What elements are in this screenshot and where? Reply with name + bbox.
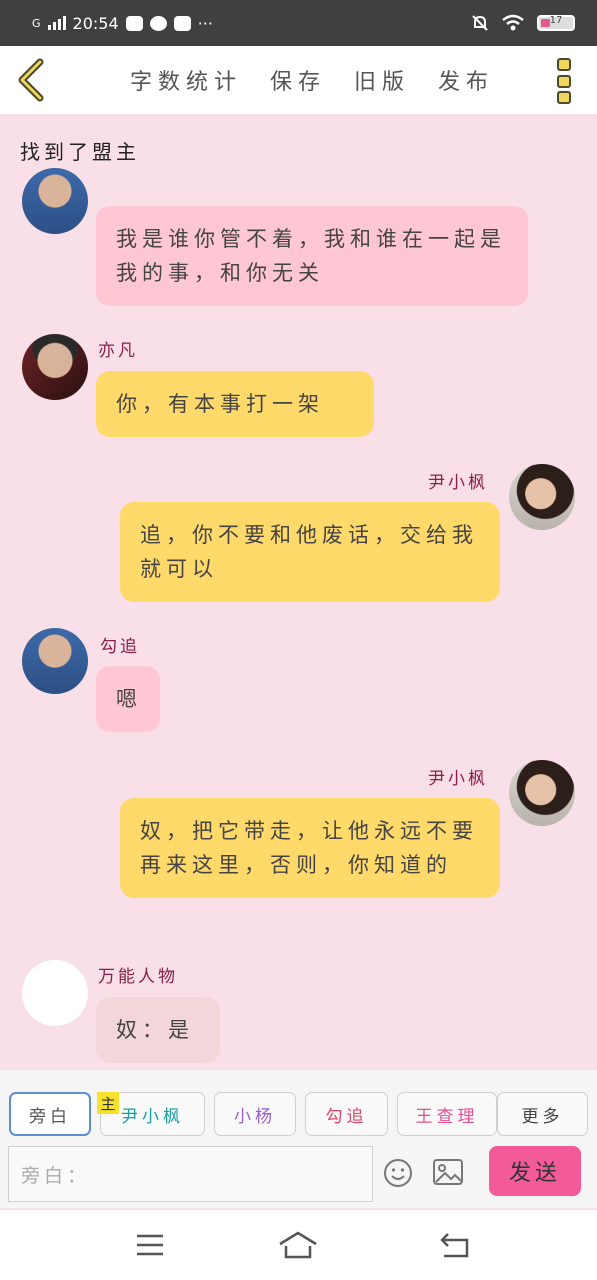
chapter-title: 找到了盟主 [20,140,140,164]
message-bubble[interactable]: 嗯 [96,666,160,732]
more-menu-icon[interactable] [557,58,571,104]
main-character-badge: 主 [97,1092,119,1114]
wifi-icon [502,14,524,31]
avatar[interactable] [22,960,88,1026]
sender-name: 亦凡 [98,341,138,361]
sender-name: 万能人物 [98,967,178,987]
clock: 20:54 [72,13,119,33]
sender-name: 尹小枫 [428,473,488,493]
role-selector: 旁白 尹小枫 小杨 勾追 王查理 更多 [0,1070,597,1146]
send-button[interactable]: 发送 [489,1146,581,1196]
avatar[interactable] [22,628,88,694]
message-bubble[interactable]: 你，有本事打一架 [96,371,374,437]
signal-icon [47,16,66,30]
image-icon[interactable] [432,1158,464,1186]
message-bubble[interactable]: 我是谁你管不着，我和谁在一起是我的事，和你无关 [96,206,528,306]
battery-level: 17 [549,15,563,26]
save-button[interactable]: 保存 [270,64,326,96]
input-bar: 旁白： 发送 [0,1146,597,1208]
home-icon[interactable] [278,1230,318,1260]
editor-toolbar: 字数统计 保存 旧版 发布 [0,46,597,114]
play-icon [173,15,191,31]
role-narrator[interactable]: 旁白 [9,1092,91,1136]
notification-icon [125,15,143,31]
message-bubble[interactable]: 追，你不要和他废话，交给我就可以 [120,502,500,602]
word-count-button[interactable]: 字数统计 [130,64,242,96]
message-icon [149,15,167,31]
back-arrow-icon[interactable] [12,56,52,104]
message-bubble[interactable]: 奴，把它带走，让他永远不要再来这里，否则，你知道的 [120,798,500,898]
message-input[interactable]: 旁白： [8,1146,373,1202]
network-type: G [32,16,41,30]
sender-name: 尹小枫 [428,769,488,789]
role-gouzhui[interactable]: 勾追 [305,1092,388,1136]
avatar[interactable] [22,168,88,234]
avatar[interactable] [22,334,88,400]
emoji-icon[interactable] [383,1158,413,1188]
system-nav-bar [0,1210,597,1280]
chat-area: 找到了盟主 我是谁你管不着，我和谁在一起是我的事，和你无关 亦凡 你，有本事打一… [0,114,597,1070]
publish-button[interactable]: 发布 [438,64,494,96]
more-notifications: ··· [197,13,213,33]
battery-icon: 17 [537,15,575,31]
status-bar: G 20:54 ··· 17 [0,0,597,46]
old-version-button[interactable]: 旧版 [354,64,410,96]
message-bubble[interactable]: 奴：是 [96,997,220,1063]
avatar[interactable] [509,760,575,826]
role-xiaoyang[interactable]: 小杨 [214,1092,296,1136]
more-roles-button[interactable]: 更多 [497,1092,588,1136]
recent-apps-icon[interactable] [136,1234,164,1256]
avatar[interactable] [509,464,575,530]
back-icon[interactable] [440,1232,470,1258]
sender-name: 勾追 [100,637,140,657]
mute-bell-icon [472,15,488,31]
role-wang-chali[interactable]: 王查理 [397,1092,497,1136]
